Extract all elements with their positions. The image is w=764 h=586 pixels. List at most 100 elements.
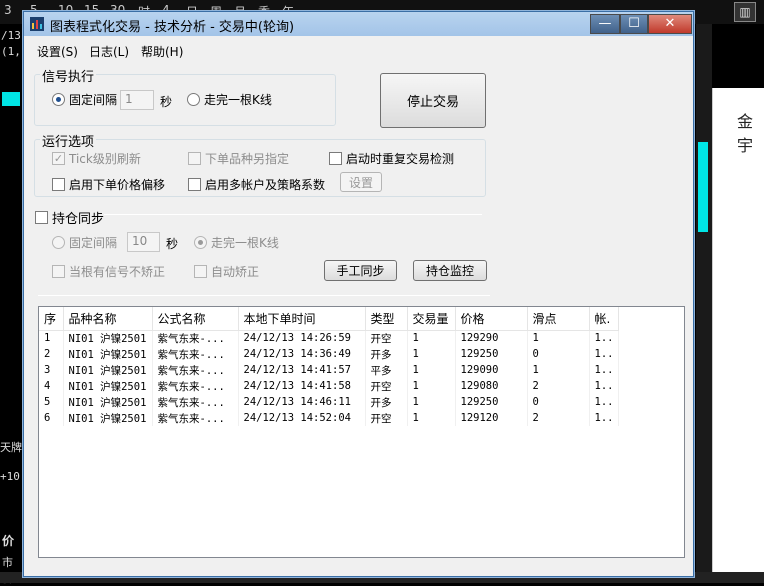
window-titlebar[interactable]: 图表程式化交易 - 技术分析 - 交易中(轮询) — ☐ ✕ xyxy=(24,12,693,36)
cell-time: 24/12/13 14:46:11 xyxy=(238,394,366,410)
table-row[interactable]: 5 NI01 沪镍2501 紫气东来-... 24/12/13 14:46:11 开多 1… xyxy=(39,394,620,410)
cell-type: 开多 xyxy=(365,346,408,362)
candle-bar xyxy=(2,92,20,106)
run-options-label: 运行选项 xyxy=(40,131,97,150)
col-header-index[interactable]: 序 xyxy=(39,307,64,331)
price-offset-checkbox[interactable]: 启用下单价格偏移 xyxy=(52,176,165,193)
auto-correct-checkbox[interactable]: 自动矫正 xyxy=(194,263,259,280)
cell-type: 开空 xyxy=(365,330,408,346)
bg-change-fragment: +10 xyxy=(0,470,20,483)
col-header-account[interactable]: 帐. xyxy=(589,307,620,331)
cell-instrument: NI01 沪镍2501 xyxy=(63,330,153,346)
cell-volume: 1 xyxy=(407,378,456,394)
table-row[interactable]: 1 NI01 沪镍2501 紫气东来-... 24/12/13 14:26:59 开空 1… xyxy=(39,330,620,346)
cell-volume: 1 xyxy=(407,330,456,346)
sync-fixed-option[interactable]: 固定间隔 xyxy=(52,234,117,251)
checkbox-box[interactable] xyxy=(52,265,65,278)
col-header-instrument[interactable]: 品种名称 xyxy=(63,307,153,331)
checkbox-box[interactable] xyxy=(194,265,207,278)
cell-account: 1.. xyxy=(589,410,620,426)
checkmark-icon[interactable]: ✓ xyxy=(52,152,65,165)
restart-check-checkbox[interactable]: 启动时重复交易检测 xyxy=(329,150,454,167)
checkbox-box[interactable] xyxy=(329,152,342,165)
radio-dot[interactable] xyxy=(52,93,65,106)
terminal-right-chart xyxy=(696,24,712,583)
table-row[interactable]: 2 NI01 沪镍2501 紫气东来-... 24/12/13 14:36:49 开多 1… xyxy=(39,346,620,362)
checkbox-box[interactable] xyxy=(188,178,201,191)
checkbox-box[interactable] xyxy=(35,211,48,224)
price-offset-label: 启用下单价格偏移 xyxy=(69,178,166,192)
minimize-button[interactable]: — xyxy=(590,14,620,34)
signal-fixed-option[interactable]: 固定间隔 xyxy=(52,91,117,108)
cell-price: 129090 xyxy=(455,362,528,378)
cell-index: 4 xyxy=(39,378,64,394)
no-correct-checkbox[interactable]: 当根有信号不矫正 xyxy=(52,263,165,280)
cell-formula: 紫气东来-... xyxy=(152,410,239,426)
signal-bar-label: 走完一根K线 xyxy=(204,93,272,107)
window-title: 图表程式化交易 - 技术分析 - 交易中(轮询) xyxy=(50,20,295,35)
cell-formula: 紫气东来-... xyxy=(152,378,239,394)
account-settings-button[interactable]: 设置 xyxy=(340,172,382,192)
sync-bar-label: 走完一根K线 xyxy=(211,236,279,250)
position-sync-checkbox[interactable]: 持仓同步 xyxy=(35,208,104,227)
cell-volume: 1 xyxy=(407,394,456,410)
table-row[interactable]: 6 NI01 沪镍2501 紫气东来-... 24/12/13 14:52:04 开空 1… xyxy=(39,410,620,426)
auto-trading-window: 图表程式化交易 - 技术分析 - 交易中(轮询) — ☐ ✕ 设置(S) 日志(… xyxy=(23,11,694,577)
cell-slippage: 1 xyxy=(527,330,590,346)
cell-time: 24/12/13 14:52:04 xyxy=(238,410,366,426)
cell-time: 24/12/13 14:41:58 xyxy=(238,378,366,394)
sync-bar-option[interactable]: 走完一根K线 xyxy=(194,234,279,251)
cell-index: 1 xyxy=(39,330,64,346)
menu-log[interactable]: 日志(L) xyxy=(89,43,129,60)
position-sync-label: 持仓同步 xyxy=(52,212,105,227)
close-button[interactable]: ✕ xyxy=(648,14,692,34)
stop-trading-button[interactable]: 停止交易 xyxy=(380,73,486,128)
cell-type: 平多 xyxy=(365,362,408,378)
auto-correct-label: 自动矫正 xyxy=(211,265,260,279)
cell-account: 1.. xyxy=(589,394,620,410)
sync-fixed-label: 固定间隔 xyxy=(69,236,118,250)
multi-account-checkbox[interactable]: 启用多帐户及策略系数 xyxy=(188,176,325,193)
checkbox-box[interactable] xyxy=(188,152,201,165)
sync-interval-value[interactable]: 10 xyxy=(127,232,160,252)
cell-instrument: NI01 沪镍2501 xyxy=(63,394,153,410)
chart-type-icon[interactable]: ▥ xyxy=(734,2,756,22)
menu-help[interactable]: 帮助(H) xyxy=(141,43,183,60)
tick-refresh-checkbox[interactable]: ✓ Tick级别刷新 xyxy=(52,150,141,167)
col-header-time[interactable]: 本地下单时间 xyxy=(238,307,366,331)
cell-index: 2 xyxy=(39,346,64,362)
maximize-button[interactable]: ☐ xyxy=(620,14,648,34)
menu-settings[interactable]: 设置(S) xyxy=(37,43,78,60)
signal-interval-input[interactable]: 1 xyxy=(120,90,154,110)
col-header-price[interactable]: 价格 xyxy=(455,307,528,331)
table-row[interactable]: 4 NI01 沪镍2501 紫气东来-... 24/12/13 14:41:58 开空 1… xyxy=(39,378,620,394)
cell-price: 129120 xyxy=(455,410,528,426)
col-header-type[interactable]: 类型 xyxy=(365,307,408,331)
timeframe-3[interactable]: 3 xyxy=(4,3,12,17)
candle-bar xyxy=(698,142,708,232)
checkbox-box[interactable] xyxy=(52,178,65,191)
signal-bar-option[interactable]: 走完一根K线 xyxy=(187,91,272,108)
cell-volume: 1 xyxy=(407,410,456,426)
col-header-formula[interactable]: 公式名称 xyxy=(152,307,239,331)
col-header-slippage[interactable]: 滑点 xyxy=(527,307,590,331)
menubar: 设置(S) 日志(L) 帮助(H) xyxy=(24,40,693,60)
order-log-table[interactable]: 序 品种名称 公式名称 本地下单时间 类型 交易量 价格 滑点 帐. 1 NI01… xyxy=(38,306,685,558)
radio-dot[interactable] xyxy=(52,236,65,249)
cell-volume: 1 xyxy=(407,362,456,378)
bg-right-title: 金宇 xyxy=(737,112,754,155)
table-row[interactable]: 3 NI01 沪镍2501 紫气东来-... 24/12/13 14:41:57 平多 1… xyxy=(39,362,620,378)
radio-dot[interactable] xyxy=(187,93,200,106)
bg-panel-label: 天牌 xyxy=(0,441,22,454)
col-header-volume[interactable]: 交易量 xyxy=(407,307,456,331)
order-variety-checkbox[interactable]: 下单品种另指定 xyxy=(188,150,289,167)
position-monitor-button[interactable]: 持仓监控 xyxy=(413,260,487,281)
sync-interval-input[interactable]: 10 xyxy=(127,232,160,252)
terminal-right-panel: 金宇 xyxy=(712,88,764,583)
table-divider xyxy=(38,295,490,296)
signal-seconds-label: 秒 xyxy=(160,95,173,109)
signal-interval-value[interactable]: 1 xyxy=(120,90,154,110)
bg-price-label: 价 xyxy=(2,534,15,548)
radio-dot[interactable] xyxy=(194,236,207,249)
manual-sync-button[interactable]: 手工同步 xyxy=(324,260,397,281)
